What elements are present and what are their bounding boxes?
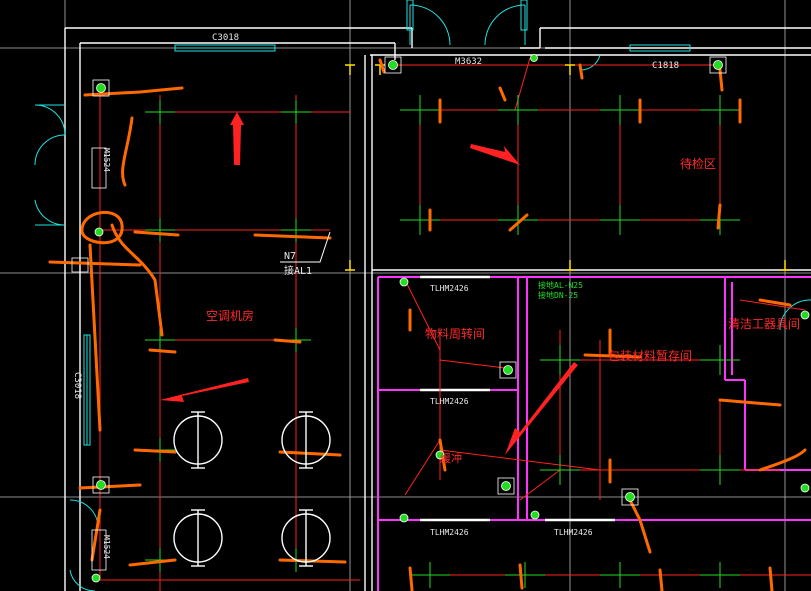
room-label-cleaning: 清洁工器具间 (728, 317, 800, 331)
door-m1524-top-label: M1524 (102, 148, 111, 172)
room-label-material: 物料周转间 (425, 326, 485, 341)
tlhm-label-1: TLHM2426 (430, 284, 469, 293)
panel-al1-label: 接AL1 (284, 264, 312, 277)
drawing-background (0, 0, 811, 591)
room-label-buffer: 缓冲 (440, 451, 462, 465)
room-label-aircon: 空调机房 (206, 308, 254, 323)
door-m1524-bottom-label: M1524 (102, 535, 111, 559)
panel-n7-label: N7 (284, 251, 296, 262)
tlhm-label-2: TLHM2426 (430, 397, 469, 406)
floor-plan-canvas[interactable]: C3018 M3632 C1818 M1524 M1524 C3018 N7 接… (0, 0, 811, 591)
tlhm-label-3: TLHM2426 (430, 528, 469, 537)
window-c3018-top-label: C3018 (212, 33, 239, 43)
legend-line-1: 接地AL-N25 (538, 280, 583, 290)
room-label-packing: 包装材料暂存间 (608, 349, 692, 363)
legend-line-2: 接地DN-25 (538, 290, 578, 300)
room-label-waiting: 待检区 (680, 156, 716, 171)
tlhm-label-4: TLHM2426 (554, 528, 593, 537)
window-m3632-label: M3632 (455, 57, 482, 67)
window-c1818-label: C1818 (652, 61, 679, 71)
window-c3018-side-label: C3018 (72, 372, 82, 399)
